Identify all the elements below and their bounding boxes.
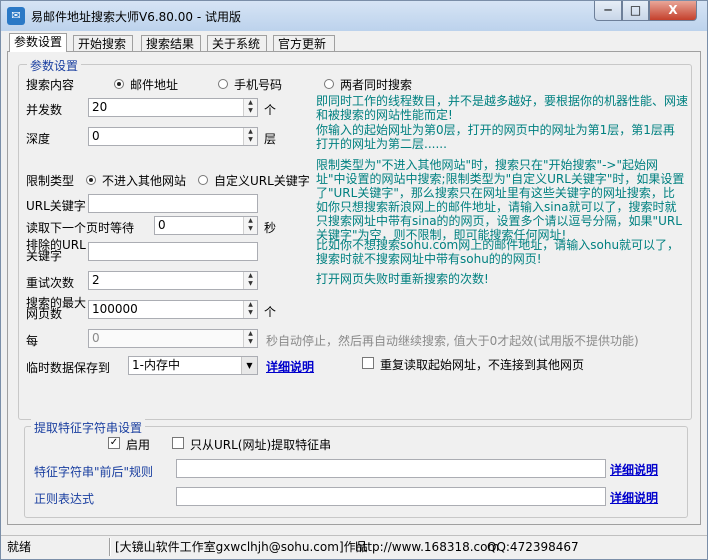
search-content-label: 搜索内容 — [26, 78, 75, 92]
reread-checkbox[interactable] — [362, 357, 374, 369]
url-only-checkbox[interactable] — [172, 437, 184, 449]
concurrency-note: 即同时工作的线程数目，并不是越多越好，要根据你的机器性能、网速和被搜索的网站性能… — [316, 94, 689, 122]
status-bar: 就绪 [大镜山软件工作室gxwclhjh@sohu.com]作品 http://… — [1, 535, 707, 559]
extract-group-title: 提取特征字符串设置 — [31, 419, 146, 436]
wait-label: 读取下一个页时等待 — [26, 221, 135, 235]
concurrency-unit: 个 — [264, 103, 277, 117]
max-results-input[interactable]: 100000 ▲ ▼ — [88, 300, 258, 319]
exclude-url-input[interactable] — [88, 242, 258, 261]
radio-no-other-sites[interactable] — [86, 175, 96, 185]
retry-note: 打开网页失败时重新搜索的次数! — [316, 272, 489, 286]
limit-note: 限制类型为"不进入其他网站"时，搜索只在"开始搜索"->"起始网址"中设置的网站… — [316, 158, 685, 242]
radio-email[interactable] — [114, 79, 124, 89]
temp-save-help-link[interactable]: 详细说明 — [266, 358, 314, 375]
reread-label[interactable]: 重复读取起始网址，不连接到其他网页 — [380, 356, 584, 373]
retry-label: 重试次数 — [26, 276, 75, 290]
retry-spinner[interactable]: ▲ ▼ — [243, 272, 257, 289]
tab-start-search[interactable]: 开始搜索 — [73, 35, 133, 52]
depth-input[interactable]: 0 ▲ ▼ — [88, 127, 258, 146]
depth-unit: 层 — [264, 132, 277, 146]
max-results-spinner[interactable]: ▲ ▼ — [243, 301, 257, 318]
radio-no-other-sites-label[interactable]: 不进入其他网站 — [102, 172, 186, 189]
regex-help-link[interactable]: 详细说明 — [610, 489, 658, 506]
status-state: 就绪 — [7, 540, 32, 554]
limit-type-label: 限制类型 — [26, 174, 75, 188]
depth-note: 你输入的起始网址为第0层，打开的网页中的网址为第1层，第1层再打开的网址为第二层… — [316, 123, 675, 151]
tab-page-params: 参数设置 搜索内容 邮件地址 手机号码 两者同时搜索 并发数 20 ▲ ▼ 个 即… — [7, 51, 701, 525]
url-keyword-label: URL关键字 — [26, 199, 86, 213]
radio-phone[interactable] — [218, 79, 228, 89]
rule-label: 特征字符串"前后"规则 — [34, 465, 154, 479]
radio-both[interactable] — [324, 79, 334, 89]
max-results-label: 搜索的最大网页数 — [26, 296, 87, 321]
radio-phone-label[interactable]: 手机号码 — [234, 76, 282, 93]
enable-label[interactable]: 启用 — [126, 436, 150, 453]
every-input[interactable]: 0 ▲ ▼ — [88, 329, 258, 348]
radio-both-label[interactable]: 两者同时搜索 — [340, 76, 412, 93]
concurrency-input[interactable]: 20 ▲ ▼ — [88, 98, 258, 117]
maximize-button[interactable]: □ — [622, 1, 649, 21]
enable-checkbox[interactable]: ✓ — [108, 437, 120, 449]
app-window: ✉ 易邮件地址搜索大师V6.80.00 - 试用版 ─ □ X 参数设置 开始搜… — [0, 0, 708, 560]
temp-save-label: 临时数据保存到 — [26, 361, 111, 375]
params-group-title: 参数设置 — [27, 57, 82, 74]
exclude-note: 比如你不想搜索sohu.com网上的邮件地址，请输入sohu就可以了，搜索时就不… — [316, 238, 680, 266]
window-title: 易邮件地址搜索大师V6.80.00 - 试用版 — [31, 10, 241, 24]
depth-spinner[interactable]: ▲ ▼ — [243, 128, 257, 145]
close-button[interactable]: X — [649, 1, 697, 21]
retry-input[interactable]: 2 ▲ ▼ — [88, 271, 258, 290]
max-results-unit: 个 — [264, 305, 277, 319]
tab-updates[interactable]: 官方更新 — [273, 35, 335, 52]
exclude-url-label: 排除的URL关键字 — [26, 238, 86, 263]
url-only-label[interactable]: 只从URL(网址)提取特征串 — [190, 436, 331, 453]
every-spinner[interactable]: ▲ ▼ — [243, 330, 257, 347]
wait-input[interactable]: 0 ▲ ▼ — [154, 216, 258, 235]
tab-params[interactable]: 参数设置 — [9, 33, 67, 52]
concurrency-spinner[interactable]: ▲ ▼ — [243, 99, 257, 116]
rule-help-link[interactable]: 详细说明 — [610, 461, 658, 478]
minimize-button[interactable]: ─ — [594, 1, 622, 21]
regex-input[interactable] — [176, 487, 606, 506]
status-qq: QQ:472398467 — [487, 540, 579, 554]
tab-search-results[interactable]: 搜索结果 — [141, 35, 201, 52]
every-note: 秒自动停止，然后再自动继续搜索, 值大于0才起效(试用版不提供功能) — [266, 334, 639, 348]
title-bar: ✉ 易邮件地址搜索大师V6.80.00 - 试用版 ─ □ X — [1, 1, 707, 31]
wait-unit: 秒 — [264, 221, 277, 235]
concurrency-label: 并发数 — [26, 103, 63, 117]
radio-custom-url-keyword[interactable] — [198, 175, 208, 185]
status-url: http://www.168318.com — [355, 540, 500, 554]
temp-save-select[interactable]: 1-内存中 ▼ — [128, 356, 258, 375]
chevron-down-icon[interactable]: ▼ — [241, 357, 257, 374]
regex-label: 正则表达式 — [34, 492, 95, 506]
tab-about[interactable]: 关于系统 — [207, 35, 267, 52]
radio-email-label[interactable]: 邮件地址 — [130, 76, 178, 93]
status-company: [大镜山软件工作室gxwclhjh@sohu.com]作品 — [115, 540, 368, 554]
depth-label: 深度 — [26, 132, 51, 146]
url-keyword-input[interactable] — [88, 194, 258, 213]
radio-custom-url-keyword-label[interactable]: 自定义URL关键字 — [214, 172, 310, 189]
every-label: 每 — [26, 334, 39, 348]
rule-input[interactable] — [176, 459, 606, 478]
wait-spinner[interactable]: ▲ ▼ — [243, 217, 257, 234]
mail-icon: ✉ — [7, 7, 25, 25]
